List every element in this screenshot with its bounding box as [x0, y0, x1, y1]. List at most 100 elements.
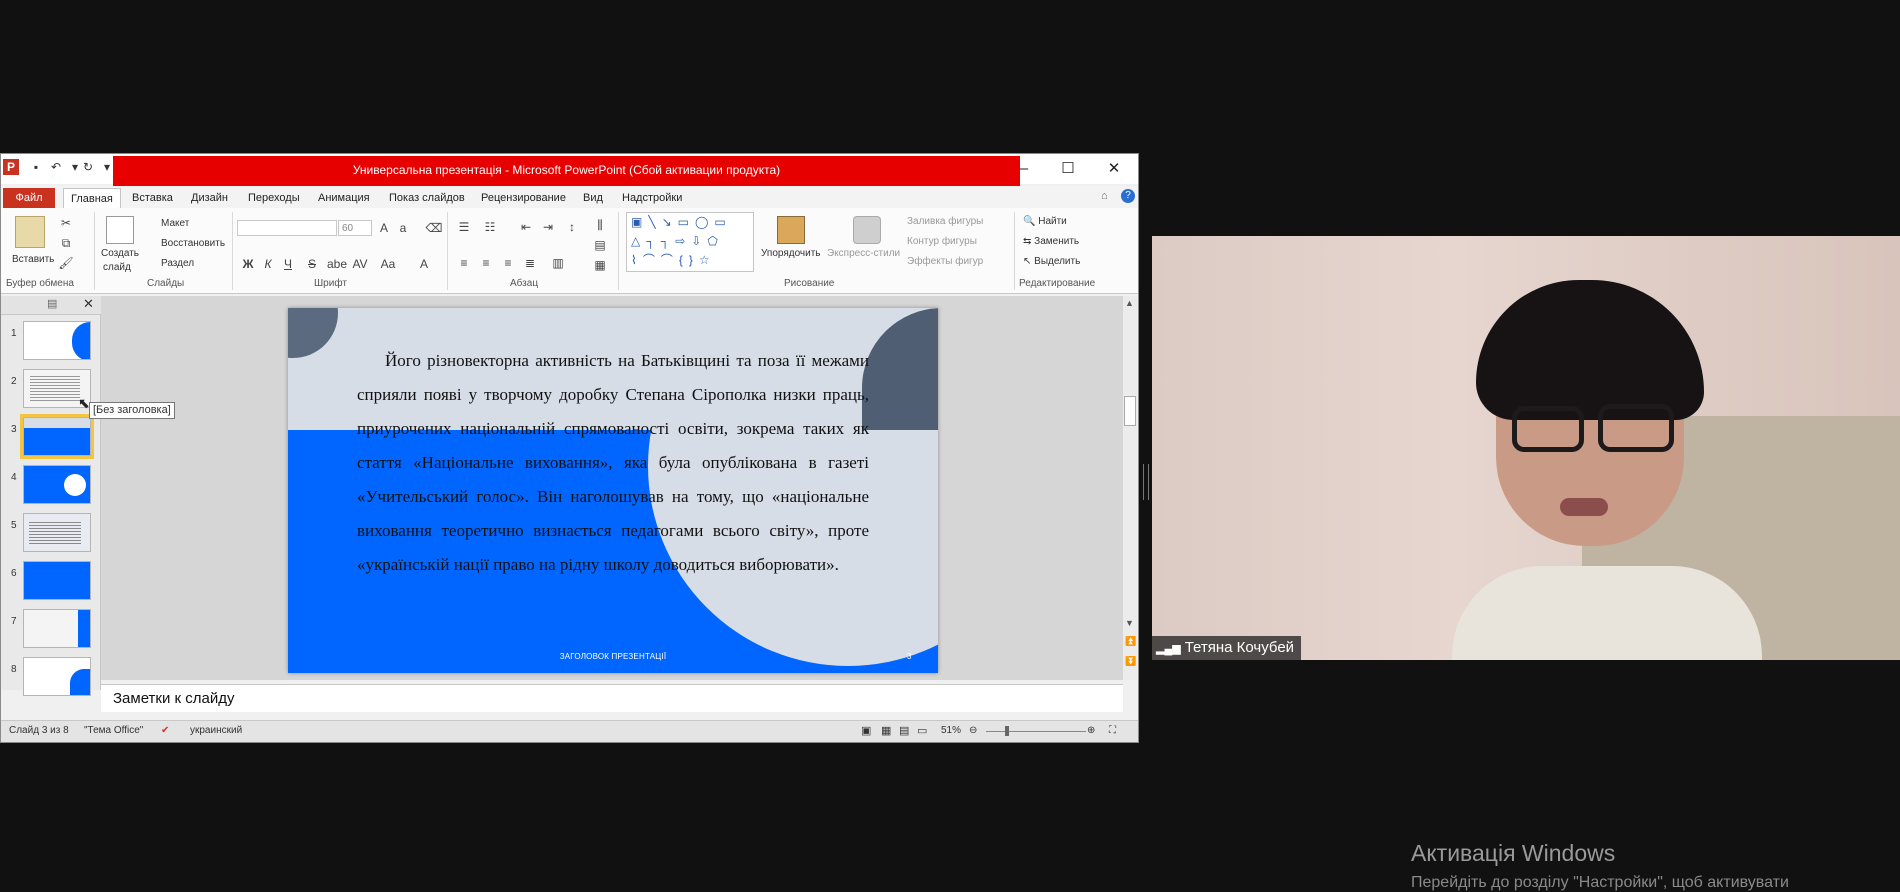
help-icon[interactable]: ?	[1121, 189, 1135, 203]
zoom-out-icon[interactable]: ⊖	[969, 721, 977, 741]
italic-icon[interactable]: К	[259, 255, 277, 273]
prev-slide-icon[interactable]: ⏫	[1125, 636, 1136, 647]
tab-animation[interactable]: Анимация	[311, 188, 377, 208]
scroll-up-icon[interactable]: ▲	[1125, 298, 1134, 308]
zoom-level[interactable]: 51%	[941, 721, 961, 741]
redo-icon[interactable]: ↻	[80, 159, 96, 175]
align-text-icon[interactable]: ▤	[591, 236, 609, 254]
decrease-indent-icon[interactable]: ⇤	[517, 218, 535, 236]
tab-design[interactable]: Дизайн	[184, 188, 235, 208]
replace-button[interactable]: ⇆ Заменить	[1023, 234, 1079, 250]
justify-icon[interactable]: ≣	[521, 254, 539, 272]
save-icon[interactable]: ▪	[28, 159, 44, 175]
slide-thumbnail-6[interactable]	[23, 561, 91, 600]
font-size-combo[interactable]: 60	[338, 220, 372, 236]
zoom-slider[interactable]	[986, 731, 1086, 732]
select-button[interactable]: ↖ Выделить	[1023, 254, 1080, 270]
shrink-font-icon[interactable]: a	[394, 219, 412, 237]
fit-slide-icon[interactable]: ⛶	[1109, 721, 1116, 741]
shapes-gallery[interactable]: ▣╲↘▭◯▭ △┐┐⇨⇩⬠ ⌇⌒⌒{}☆	[626, 212, 754, 272]
font-color-icon[interactable]: A	[415, 255, 433, 273]
vertical-scrollbar[interactable]: ▲ ▼ ⏫ ⏬	[1123, 296, 1137, 680]
font-family-combo[interactable]	[237, 220, 337, 236]
columns-icon[interactable]: ▥	[549, 254, 567, 272]
language-indicator[interactable]: украинский	[190, 721, 242, 741]
quick-styles-button[interactable]: Экспресс-стили	[827, 246, 900, 262]
shape-effects-button[interactable]: Эффекты фигур	[907, 254, 983, 270]
undo-icon[interactable]: ↶	[48, 159, 64, 175]
arrange-button[interactable]: Упорядочить	[761, 246, 821, 262]
underline-icon[interactable]: Ч	[279, 255, 297, 273]
new-slide-icon[interactable]	[106, 216, 134, 244]
numbering-icon[interactable]: ☷	[481, 218, 499, 236]
minimize-button[interactable]: –	[1007, 158, 1041, 180]
close-pane-icon[interactable]: ✕	[83, 296, 94, 312]
smartart-icon[interactable]: ▦	[591, 256, 609, 274]
tab-addins[interactable]: Надстройки	[615, 188, 689, 208]
section-button[interactable]: Раздел	[161, 256, 194, 272]
reset-button[interactable]: Восстановить	[161, 236, 225, 252]
shadow-icon[interactable]: abe	[327, 255, 347, 273]
slide-thumbnail-1[interactable]	[23, 321, 91, 360]
slide-thumbnail-7[interactable]	[23, 609, 91, 648]
align-center-icon[interactable]: ≡	[477, 254, 495, 272]
zoom-in-icon[interactable]: ⊕	[1087, 721, 1095, 741]
slide-sorter-icon[interactable]: ▦	[881, 721, 891, 741]
tab-view[interactable]: Вид	[576, 188, 610, 208]
slide-body-text[interactable]: Його різновекторна активність на Батьків…	[357, 344, 869, 582]
tab-file[interactable]: Файл	[3, 188, 55, 208]
quick-styles-icon[interactable]	[853, 216, 881, 244]
slide-thumbnail-8[interactable]	[23, 657, 91, 696]
strikethrough-icon[interactable]: S	[303, 255, 321, 273]
scroll-down-icon[interactable]: ▼	[1125, 618, 1134, 628]
zoom-slider-thumb[interactable]	[1005, 726, 1009, 736]
change-case-icon[interactable]: Aa	[379, 255, 397, 273]
tab-review[interactable]: Рецензирование	[474, 188, 573, 208]
find-button[interactable]: 🔍 Найти	[1023, 214, 1067, 230]
align-right-icon[interactable]: ≡	[499, 254, 517, 272]
notes-pane[interactable]: Заметки к слайду	[101, 684, 1123, 712]
tab-slideshow[interactable]: Показ слайдов	[382, 188, 472, 208]
grow-font-icon[interactable]: A	[375, 219, 393, 237]
theme-name[interactable]: "Тема Office"	[84, 721, 143, 741]
format-painter-icon[interactable]: 🖌	[57, 254, 75, 272]
bold-icon[interactable]: Ж	[239, 255, 257, 273]
slide-thumbnail-5[interactable]	[23, 513, 91, 552]
scroll-thumb[interactable]	[1124, 396, 1136, 426]
panel-splitter[interactable]	[1143, 464, 1149, 500]
spellcheck-icon[interactable]: ✔	[161, 721, 169, 741]
reading-view-icon[interactable]: ▤	[899, 721, 909, 741]
slide-thumbnail-4[interactable]	[23, 465, 91, 504]
line-spacing-icon[interactable]: ↕	[563, 218, 581, 236]
group-divider	[94, 212, 95, 290]
maximize-button[interactable]: ☐	[1051, 158, 1085, 180]
shape-outline-button[interactable]: Контур фигуры	[907, 234, 977, 250]
current-slide[interactable]: Його різновекторна активність на Батьків…	[288, 308, 938, 673]
thumb-number: 3	[11, 424, 17, 435]
layout-button[interactable]: Макет	[161, 216, 189, 232]
paste-button[interactable]: Вставить	[12, 252, 54, 268]
clear-format-icon[interactable]: ⌫	[425, 219, 443, 237]
new-slide-button-line2[interactable]: слайд	[103, 260, 131, 276]
slide-thumbnail-3[interactable]	[20, 414, 94, 459]
text-direction-icon[interactable]: ⫼	[591, 216, 609, 234]
normal-view-icon[interactable]: ▣	[861, 721, 871, 741]
align-left-icon[interactable]: ≡	[455, 254, 473, 272]
copy-icon[interactable]: ⧉	[57, 234, 75, 252]
char-spacing-icon[interactable]: AV	[351, 255, 369, 273]
tab-home[interactable]: Главная	[63, 188, 121, 209]
minimize-ribbon-icon[interactable]: ⌂	[1101, 190, 1108, 202]
slideshow-view-icon[interactable]: ▭	[917, 721, 927, 741]
increase-indent-icon[interactable]: ⇥	[539, 218, 557, 236]
tab-insert[interactable]: Вставка	[125, 188, 180, 208]
arrange-icon[interactable]	[777, 216, 805, 244]
bullets-icon[interactable]: ☰	[455, 218, 473, 236]
outline-tab-icon[interactable]: ▤	[47, 297, 57, 310]
close-button[interactable]: ✕	[1097, 158, 1131, 180]
slide-corner-shape	[288, 308, 338, 358]
next-slide-icon[interactable]: ⏬	[1125, 656, 1136, 667]
cut-icon[interactable]: ✂	[57, 214, 75, 232]
paste-icon[interactable]	[15, 216, 45, 248]
tab-transitions[interactable]: Переходы	[241, 188, 307, 208]
shape-fill-button[interactable]: Заливка фигуры	[907, 214, 983, 230]
